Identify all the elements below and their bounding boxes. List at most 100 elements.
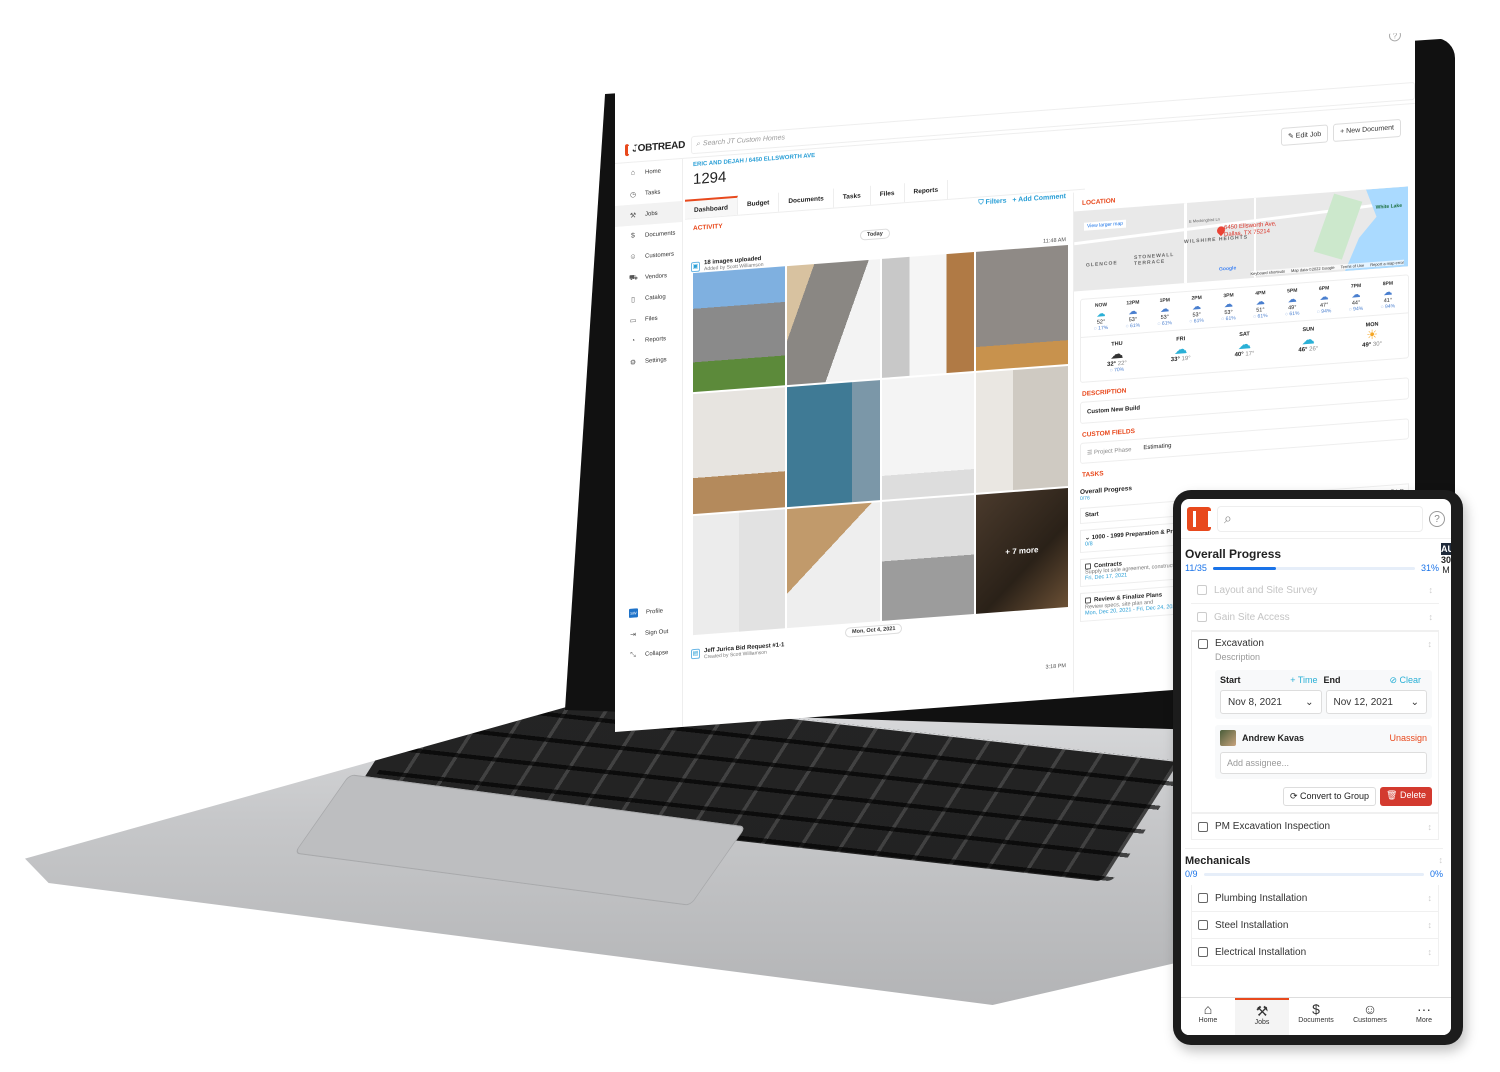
drag-handle-icon[interactable]: ↕: [1429, 612, 1434, 622]
task-row[interactable]: Plumbing Installation ↕: [1191, 885, 1439, 912]
drag-handle-icon[interactable]: ↕: [1428, 920, 1433, 930]
photo-thumbnail[interactable]: [975, 366, 1068, 493]
daily-forecast: THU ☁ 32° 22° ◌ 70%: [1106, 340, 1127, 374]
task-checkbox[interactable]: [1085, 597, 1091, 605]
logo-mark-icon[interactable]: [1187, 506, 1211, 531]
wrench-icon: ⚒: [1255, 1003, 1269, 1019]
tab-budget[interactable]: Budget: [737, 192, 780, 215]
add-time-button[interactable]: + Time: [1269, 675, 1324, 686]
delete-button[interactable]: 🗑 Delete: [1380, 787, 1432, 806]
nav-documents[interactable]: $ Documents: [1289, 998, 1343, 1035]
task-checkbox[interactable]: [1198, 821, 1208, 832]
droplet-icon: ◌: [1093, 325, 1097, 332]
group-title[interactable]: Mechanicals: [1185, 855, 1250, 867]
task-checkbox[interactable]: [1197, 612, 1207, 622]
daily-forecast: MON ☀ 49° 30°: [1362, 321, 1382, 349]
drag-handle-icon[interactable]: ↕: [1428, 639, 1433, 649]
task-checkbox[interactable]: [1198, 947, 1208, 957]
sidebar-item-collapse[interactable]: ⤡ Collapse: [615, 641, 683, 667]
task-row[interactable]: PM Excavation Inspection ↕: [1191, 813, 1439, 840]
search-input[interactable]: ⌕: [1217, 505, 1423, 532]
task-description[interactable]: Description: [1215, 652, 1432, 662]
photo-grid: + 7 more: [693, 244, 1068, 636]
tasks-icon: ◷: [629, 190, 637, 199]
new-document-button[interactable]: + New Document: [1333, 118, 1401, 143]
task-row[interactable]: Gain Site Access ↕: [1191, 604, 1439, 631]
today-pill: Today: [860, 228, 890, 241]
help-icon[interactable]: ?: [1389, 31, 1401, 42]
map-footer-link[interactable]: Map data ©2022 Google: [1291, 265, 1335, 273]
view-larger-map-link[interactable]: View larger map: [1084, 219, 1127, 231]
photo-thumbnail[interactable]: [975, 244, 1068, 372]
collapse-icon: ⤡: [630, 650, 636, 659]
bid-request-entry[interactable]: ▤ Jeff Jurica Bid Request #1-1 Created b…: [691, 642, 784, 661]
droplet-icon: ◌: [1253, 313, 1257, 321]
help-icon[interactable]: ?: [1429, 510, 1445, 527]
phone-device: ⌕ ? AU 30 M Overall Progress 11/35 31% L…: [1173, 490, 1463, 1045]
photo-thumbnail[interactable]: [693, 508, 786, 636]
weather-widget: NOW ☁ 52° ◌ 17% 12PM ☁ 53° ◌ 61% 1PM ☁ 53° ◌ 61% 2PM…: [1080, 274, 1409, 384]
task-row[interactable]: Steel Installation ↕: [1191, 912, 1439, 939]
file-icon: ▭: [629, 316, 637, 325]
add-comment-button[interactable]: + Add Comment: [1012, 193, 1066, 204]
nav-more[interactable]: ··· More: [1397, 998, 1451, 1035]
tab-dashboard[interactable]: Dashboard: [685, 195, 738, 219]
jobtread-logo[interactable]: JOBTREAD: [615, 139, 685, 156]
task-row[interactable]: Layout and Site Survey ↕: [1191, 577, 1439, 604]
progress-bar: [1203, 872, 1424, 876]
drag-handle-icon[interactable]: ↕: [1439, 855, 1444, 867]
drag-handle-icon[interactable]: ↕: [1428, 947, 1433, 957]
end-date-select[interactable]: Nov 12, 2021 ⌄: [1325, 690, 1427, 714]
add-assignee-input[interactable]: Add assignee...: [1220, 752, 1427, 774]
activity-panel: ACTIVITY ⛉ Filters + Add Comment Today ▣…: [685, 193, 1070, 722]
photo-thumbnail[interactable]: [787, 501, 880, 629]
dollar-icon: $: [1312, 1001, 1320, 1017]
hourly-forecast: NOW ☁ 52° ◌ 17%: [1087, 301, 1115, 332]
task-row[interactable]: Electrical Installation ↕: [1191, 939, 1439, 966]
drag-handle-icon[interactable]: ↕: [1428, 893, 1433, 903]
start-date-select[interactable]: Nov 8, 2021 ⌄: [1220, 690, 1322, 714]
clear-dates-button[interactable]: ⊘ Clear: [1372, 675, 1427, 686]
daily-forecast: SUN ☁ 46° 26°: [1298, 326, 1319, 354]
progress-percent: 31%: [1420, 563, 1439, 573]
drag-handle-icon[interactable]: ↕: [1429, 585, 1434, 595]
search-placeholder: Search JT Custom Homes: [702, 134, 786, 148]
date-pill: Mon, Oct 4, 2021: [845, 623, 903, 638]
sidebar-item-label: Settings: [645, 356, 667, 365]
task-name[interactable]: Excavation: [1215, 638, 1428, 649]
nav-home[interactable]: ⌂ Home: [1181, 998, 1235, 1035]
sidebar-item-label: Jobs: [645, 210, 658, 218]
task-checkbox[interactable]: [1198, 893, 1208, 903]
photo-thumbnail[interactable]: [881, 252, 974, 379]
sidebar-item-settings[interactable]: ⚙ Settings: [615, 348, 682, 374]
photo-thumbnail[interactable]: [881, 373, 974, 500]
assignee-name: Andrew Kavas: [1242, 733, 1305, 743]
tab-reports[interactable]: Reports: [904, 179, 949, 203]
photo-thumbnail[interactable]: [787, 259, 880, 386]
more-photos-tile[interactable]: + 7 more: [975, 487, 1068, 614]
photo-thumbnail[interactable]: [693, 387, 786, 514]
sidebar-item-label: Documents: [645, 229, 676, 239]
nav-customers[interactable]: ☺ Customers: [1343, 998, 1397, 1035]
task-checkbox[interactable]: [1197, 585, 1207, 595]
document-icon: ▤: [691, 648, 700, 660]
edit-job-button[interactable]: ✎ Edit Job: [1281, 124, 1329, 146]
drag-handle-icon[interactable]: ↕: [1428, 822, 1433, 832]
filters-button[interactable]: ⛉ Filters: [978, 198, 1006, 207]
tab-documents[interactable]: Documents: [779, 188, 834, 212]
task-checkbox[interactable]: [1198, 920, 1208, 930]
photo-thumbnail[interactable]: [787, 380, 880, 507]
upload-time: 11:48 AM: [1043, 237, 1066, 245]
photo-thumbnail[interactable]: [881, 494, 974, 621]
unassign-button[interactable]: Unassign: [1389, 733, 1427, 743]
convert-to-group-button[interactable]: ⟳ Convert to Group: [1282, 787, 1377, 806]
top-bar: JOBTREAD ⌕ Search JT Custom Homes: [615, 77, 1415, 164]
photo-thumbnail[interactable]: [693, 266, 786, 393]
tab-files[interactable]: Files: [870, 183, 905, 205]
tab-tasks[interactable]: Tasks: [833, 185, 871, 208]
task-checkbox[interactable]: [1198, 638, 1208, 649]
hourly-forecast: 5PM ☁ 49° ◌ 61%: [1278, 287, 1306, 318]
bottom-nav: ⌂ Home ⚒ Jobs $ Documents ☺ Customers ··· More: [1181, 997, 1451, 1035]
hourly-forecast: 2PM ☁ 53° ◌ 61%: [1183, 294, 1211, 325]
nav-jobs[interactable]: ⚒ Jobs: [1235, 998, 1289, 1035]
